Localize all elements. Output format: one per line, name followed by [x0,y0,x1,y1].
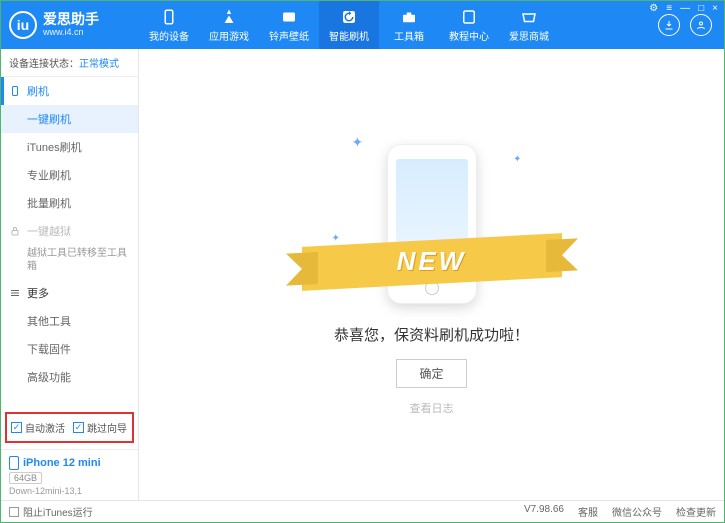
version-label: V7.98.66 [524,504,564,519]
device-name[interactable]: iPhone 12 mini [9,456,130,470]
sidebar-item-other-tools[interactable]: 其他工具 [1,307,138,335]
nav-my-device[interactable]: 我的设备 [139,1,199,49]
app-title: 爱思助手 [43,12,99,27]
logo: iu 爱思助手 www.i4.cn [9,11,139,39]
view-log-link[interactable]: 查看日志 [410,400,454,416]
store-icon [520,8,538,26]
user-icon[interactable] [690,14,712,36]
storage-badge: 64GB [9,472,42,484]
checkbox-auto-activate[interactable]: ✓自动激活 [11,420,65,435]
minimize-icon[interactable]: — [680,3,690,14]
sidebar-section-jailbreak: 一键越狱 [1,217,138,245]
apps-icon [220,8,238,26]
sidebar-section-flash[interactable]: 刷机 [1,77,138,105]
toolbox-icon [400,8,418,26]
phone-icon [9,456,19,470]
nav-smart-flash[interactable]: 智能刷机 [319,1,379,49]
phone-icon [160,8,178,26]
lock-icon [9,225,21,237]
device-subtitle: Down-12mini-13,1 [9,486,130,496]
sidebar-item-pro-flash[interactable]: 专业刷机 [1,161,138,189]
phone-icon [9,85,21,97]
wechat-link[interactable]: 微信公众号 [612,504,662,519]
sidebar-item-batch-flash[interactable]: 批量刷机 [1,189,138,217]
refresh-icon [340,8,358,26]
sidebar-item-oneclick-flash[interactable]: 一键刷机 [1,105,138,133]
success-illustration: ✦ ✦ ✦ NEW [332,134,532,314]
sidebar-item-itunes-flash[interactable]: iTunes刷机 [1,133,138,161]
download-icon[interactable] [658,14,680,36]
menu-icon[interactable]: ≡ [666,3,672,14]
connection-status: 设备连接状态：正常模式 [1,49,138,77]
check-update-link[interactable]: 检查更新 [676,504,716,519]
logo-icon: iu [9,11,37,39]
menu-icon [9,287,21,299]
app-url: www.i4.cn [43,28,99,38]
device-info: iPhone 12 mini 64GB Down-12mini-13,1 [1,452,138,500]
main-panel: ✦ ✦ ✦ NEW 恭喜您，保资料刷机成功啦！ 确定 查看日志 [139,49,724,500]
nav-store[interactable]: 爱思商城 [499,1,559,49]
support-link[interactable]: 客服 [578,504,598,519]
close-icon[interactable]: × [712,3,718,14]
sidebar-item-advanced[interactable]: 高级功能 [1,363,138,391]
book-icon [460,8,478,26]
sidebar-item-download-firmware[interactable]: 下载固件 [1,335,138,363]
sidebar: 设备连接状态：正常模式 刷机 一键刷机 iTunes刷机 专业刷机 批量刷机 一… [1,49,139,500]
footer-right: V7.98.66 客服 微信公众号 检查更新 [524,504,716,519]
nav-tutorials[interactable]: 教程中心 [439,1,499,49]
app-header: iu 爱思助手 www.i4.cn 我的设备 应用游戏 铃声壁纸 智能刷机 工具… [1,1,724,49]
settings-icon[interactable]: ⚙ [649,3,658,14]
sparkle-icon: ✦ [513,154,521,165]
ok-button[interactable]: 确定 [396,359,466,388]
jailbreak-note: 越狱工具已转移至工具箱 [1,245,138,279]
header-actions [658,14,716,36]
options-highlight: ✓自动激活 ✓跳过向导 [5,412,134,443]
status-mode: 正常模式 [79,59,119,70]
checkbox-skip-guide[interactable]: ✓跳过向导 [73,420,127,435]
nav-apps-games[interactable]: 应用游戏 [199,1,259,49]
nav-toolbox[interactable]: 工具箱 [379,1,439,49]
success-message: 恭喜您，保资料刷机成功啦！ [334,324,529,345]
checkbox-block-itunes[interactable]: 阻止iTunes运行 [9,504,93,519]
nav-ringtone-wallpaper[interactable]: 铃声壁纸 [259,1,319,49]
maximize-icon[interactable]: □ [698,3,704,14]
new-banner: NEW [302,240,562,284]
sidebar-section-more[interactable]: 更多 [1,279,138,307]
folder-icon [280,8,298,26]
main-nav: 我的设备 应用游戏 铃声壁纸 智能刷机 工具箱 教程中心 爱思商城 [139,1,658,49]
sparkle-icon: ✦ [352,134,364,151]
footer: 阻止iTunes运行 V7.98.66 客服 微信公众号 检查更新 [1,500,724,522]
content: 设备连接状态：正常模式 刷机 一键刷机 iTunes刷机 专业刷机 批量刷机 一… [1,49,724,500]
window-controls: ⚙ ≡ — □ × [649,3,718,14]
